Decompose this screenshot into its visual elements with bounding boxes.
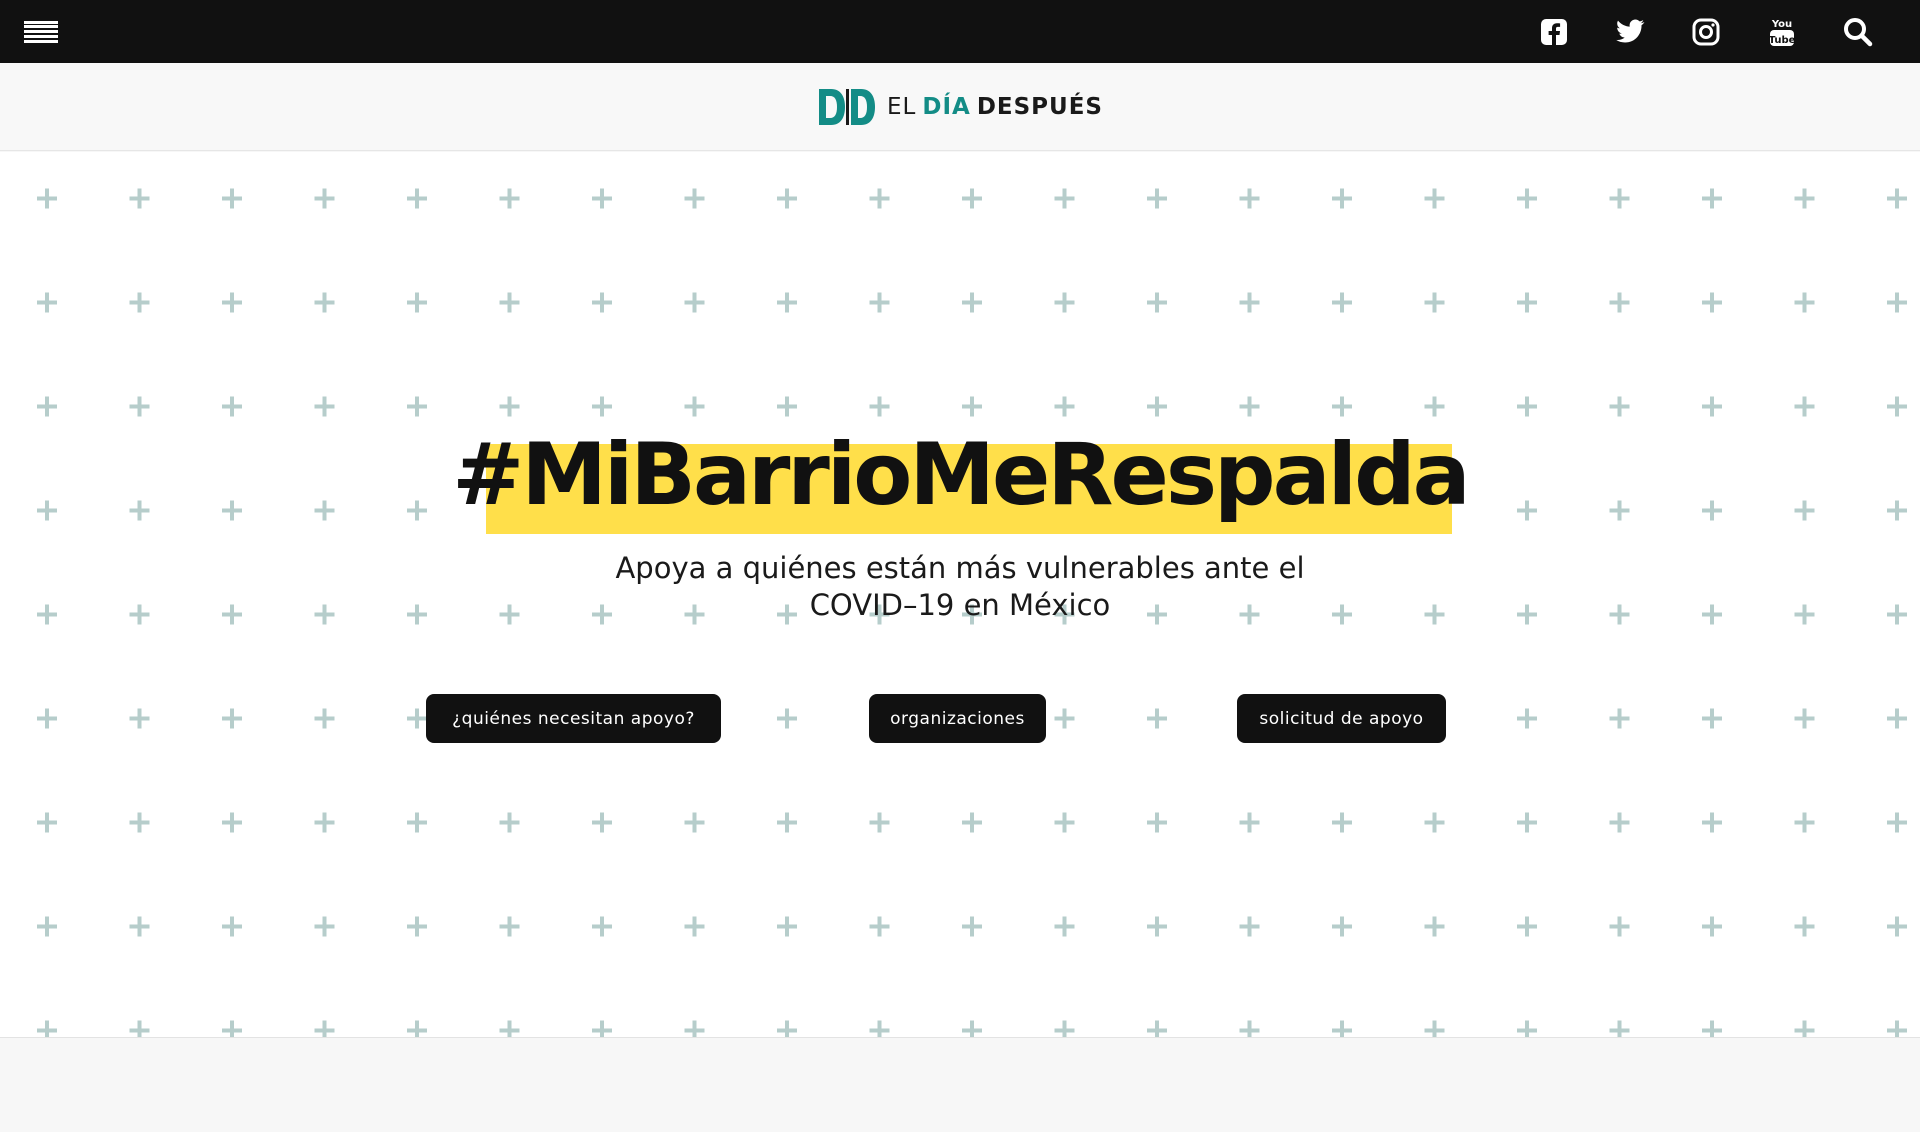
twitter-icon[interactable]: [1592, 0, 1668, 63]
menu-line: [24, 30, 58, 33]
youtube-icon[interactable]: You Tube: [1744, 0, 1820, 63]
instagram-icon[interactable]: [1668, 0, 1744, 63]
hero-section: #MiBarrioMeRespalda Apoya a quiénes está…: [0, 152, 1920, 1037]
headline-text: #MiBarrioMeRespalda: [452, 425, 1470, 525]
facebook-icon[interactable]: [1516, 0, 1592, 63]
social-links: You Tube: [1516, 0, 1896, 63]
hero-subtitle: Apoya a quiénes están más vulnerables an…: [615, 551, 1305, 622]
headline-container: #MiBarrioMeRespalda: [0, 432, 1920, 534]
logo-word-el: EL: [887, 93, 917, 120]
support-request-button[interactable]: solicitud de apoyo: [1237, 694, 1446, 743]
logo-word-despues: DESPUÉS: [976, 93, 1103, 120]
site-logo[interactable]: EL DÍA DESPUÉS: [817, 87, 1103, 127]
svg-text:Tube: Tube: [1769, 35, 1795, 46]
need-support-button[interactable]: ¿quiénes necesitan apoyo?: [426, 694, 721, 743]
hero-headline: #MiBarrioMeRespalda: [448, 432, 1471, 534]
menu-line: [24, 20, 58, 24]
top-nav-bar: You Tube: [0, 0, 1920, 63]
brand-bar: EL DÍA DESPUÉS: [0, 63, 1920, 151]
menu-line: [24, 34, 58, 38]
organizations-button[interactable]: organizaciones: [869, 694, 1046, 743]
hamburger-menu-icon[interactable]: [24, 17, 58, 47]
logo-word-dia: DÍA: [922, 93, 971, 120]
search-icon[interactable]: [1820, 0, 1896, 63]
svg-text:You: You: [1771, 19, 1792, 30]
menu-line: [24, 39, 58, 43]
footer-strip: [0, 1037, 1920, 1132]
logo-mark-icon: [817, 87, 877, 127]
logo-wordmark: EL DÍA DESPUÉS: [887, 94, 1103, 120]
menu-line: [24, 25, 58, 29]
